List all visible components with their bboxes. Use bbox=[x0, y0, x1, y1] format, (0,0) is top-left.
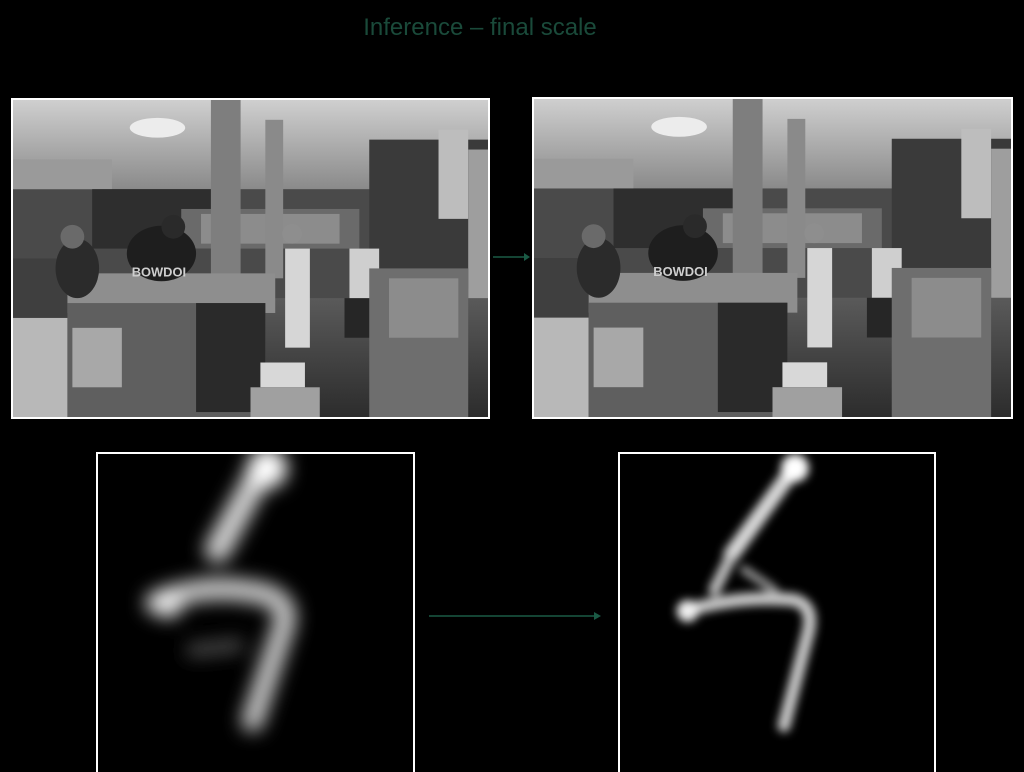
refined-probability-map bbox=[618, 452, 936, 772]
shirt-text: BOWDOI bbox=[132, 264, 186, 279]
right-arrow-icon bbox=[493, 253, 530, 261]
coarse-probability-map bbox=[96, 452, 415, 772]
output-scene-image: BOWDOI bbox=[532, 97, 1013, 419]
right-arrow-icon bbox=[429, 612, 601, 620]
page-title: Inference – final scale bbox=[363, 14, 597, 41]
shirt-text: BOWDOI bbox=[653, 264, 708, 279]
input-scene-image: BOWDOI bbox=[11, 98, 490, 419]
